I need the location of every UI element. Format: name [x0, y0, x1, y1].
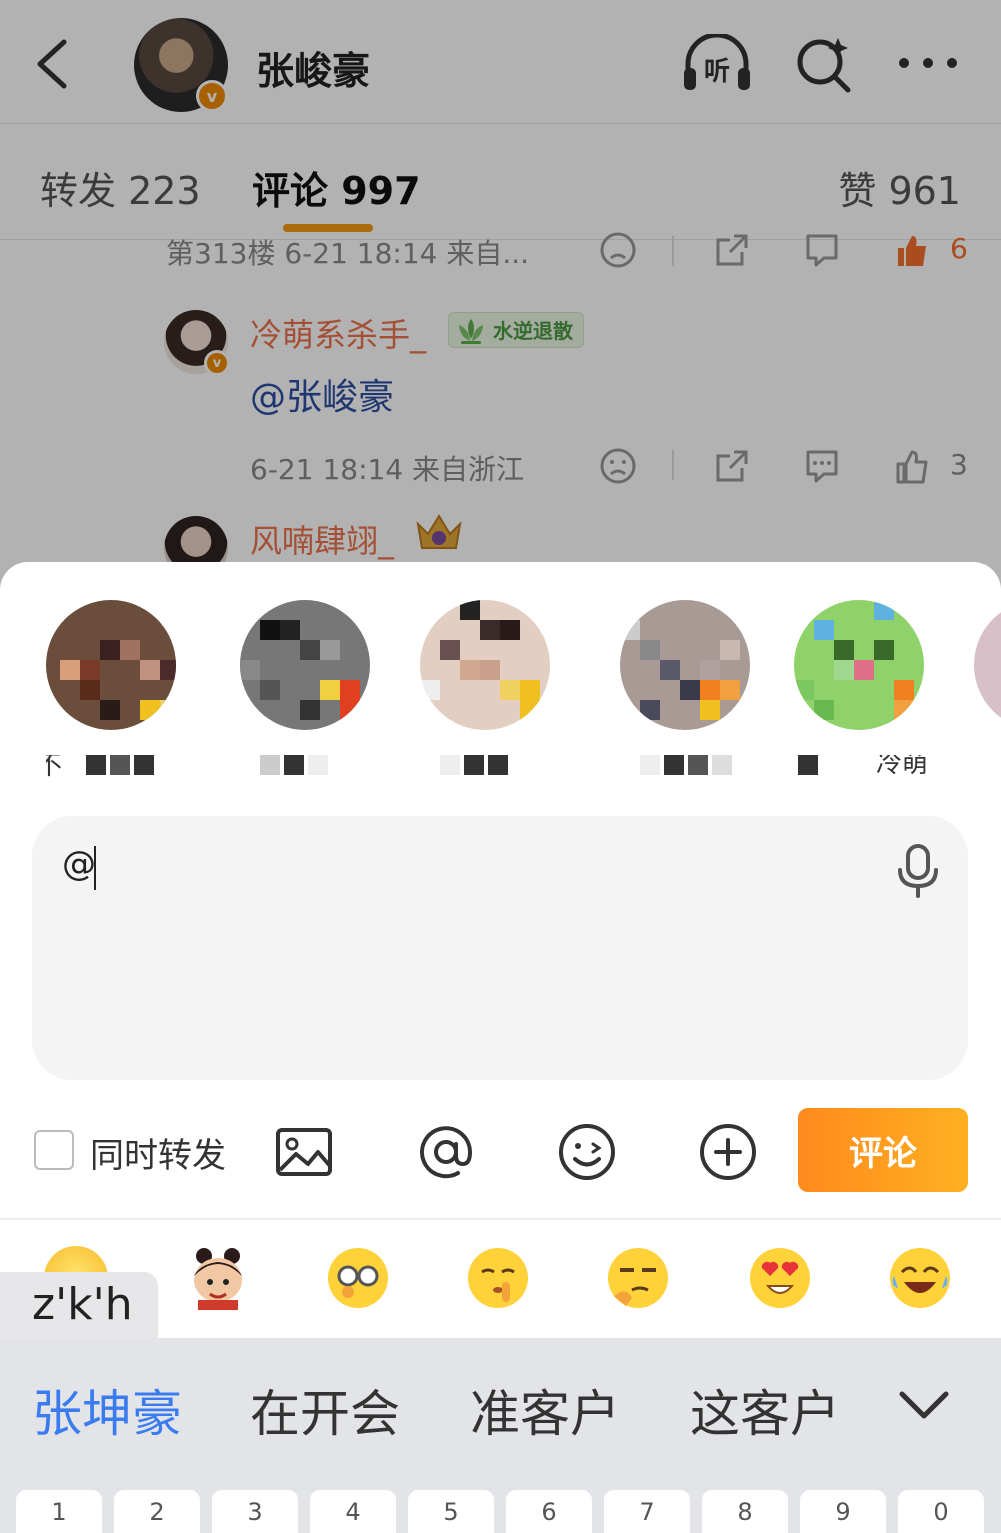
- ime-composition-text: z'k'h: [0, 1272, 158, 1338]
- thinking-emoji-icon[interactable]: [606, 1246, 670, 1310]
- keyboard: 张坤豪 在开会 准客户 这客户 1 2 3 4 5 6 7 8 9 0: [0, 1338, 1001, 1533]
- comment-sheet: 不 冷萌 @ 同时转发 评论: [0, 562, 1001, 1338]
- name-mosaic: [798, 755, 822, 779]
- contact-name: 不: [46, 755, 186, 779]
- mention-suggestion[interactable]: [620, 600, 760, 780]
- microphone-icon[interactable]: [894, 842, 942, 898]
- ime-candidate[interactable]: 在开会: [250, 1374, 400, 1446]
- emoji-icon[interactable]: [557, 1122, 617, 1182]
- avatar: [794, 600, 924, 730]
- mention-suggestion[interactable]: 不: [46, 600, 186, 780]
- dim-overlay[interactable]: [0, 0, 1001, 600]
- contact-name-fragment: 不: [46, 755, 63, 779]
- sync-repost-label[interactable]: 同时转发: [90, 1128, 226, 1177]
- number-key[interactable]: 9: [800, 1490, 886, 1533]
- ime-candidate[interactable]: 准客户: [470, 1374, 620, 1446]
- avatar: [240, 600, 370, 730]
- laughing-tears-emoji-icon[interactable]: [888, 1246, 952, 1310]
- number-key[interactable]: 8: [702, 1490, 788, 1533]
- avatar: [974, 600, 1001, 730]
- mention-at-icon[interactable]: [416, 1122, 476, 1182]
- number-key[interactable]: 1: [16, 1490, 102, 1533]
- submit-comment-button[interactable]: 评论: [798, 1108, 968, 1192]
- mention-suggestion[interactable]: [974, 600, 1001, 780]
- name-mosaic: [86, 755, 158, 779]
- text-cursor: [94, 846, 96, 890]
- mention-suggestion[interactable]: [420, 600, 560, 780]
- contact-name: [420, 755, 560, 779]
- name-mosaic: [260, 755, 332, 779]
- number-key[interactable]: 6: [506, 1490, 592, 1533]
- comment-input-text: @: [62, 844, 96, 884]
- comment-input[interactable]: @: [32, 816, 968, 1080]
- number-key[interactable]: 2: [114, 1490, 200, 1533]
- glasses-emoji-icon[interactable]: [326, 1246, 390, 1310]
- number-key[interactable]: 4: [310, 1490, 396, 1533]
- contact-name: 冷萌: [794, 755, 934, 779]
- image-icon[interactable]: [274, 1122, 334, 1182]
- name-mosaic: [440, 755, 512, 779]
- contact-name: [620, 755, 760, 779]
- weibo-detail-page: v 张峻豪 听 转发 223 评论 997 赞 961 第313楼 6-21 1…: [0, 0, 1001, 600]
- number-key[interactable]: 7: [604, 1490, 690, 1533]
- number-key[interactable]: 3: [212, 1490, 298, 1533]
- contact-name: [240, 755, 380, 779]
- add-plus-icon[interactable]: [698, 1122, 758, 1182]
- shush-emoji-icon[interactable]: [466, 1246, 530, 1310]
- ime-candidate[interactable]: 张坤豪: [32, 1374, 182, 1446]
- nezha-sticker-icon[interactable]: [186, 1246, 250, 1310]
- mention-suggestion[interactable]: [240, 600, 380, 780]
- avatar: [420, 600, 550, 730]
- divider: [0, 1218, 1001, 1220]
- number-key[interactable]: 0: [898, 1490, 984, 1533]
- number-key[interactable]: 5: [408, 1490, 494, 1533]
- name-mosaic: [640, 755, 736, 779]
- contact-name-fragment: 冷萌: [876, 755, 929, 779]
- heart-eyes-emoji-icon[interactable]: [748, 1246, 812, 1310]
- mention-suggestion[interactable]: 冷萌: [794, 600, 934, 780]
- chevron-down-icon[interactable]: [898, 1384, 950, 1424]
- avatar: [620, 600, 750, 730]
- sync-repost-checkbox[interactable]: [34, 1130, 74, 1170]
- avatar: [46, 600, 176, 730]
- ime-candidate[interactable]: 这客户: [690, 1374, 840, 1446]
